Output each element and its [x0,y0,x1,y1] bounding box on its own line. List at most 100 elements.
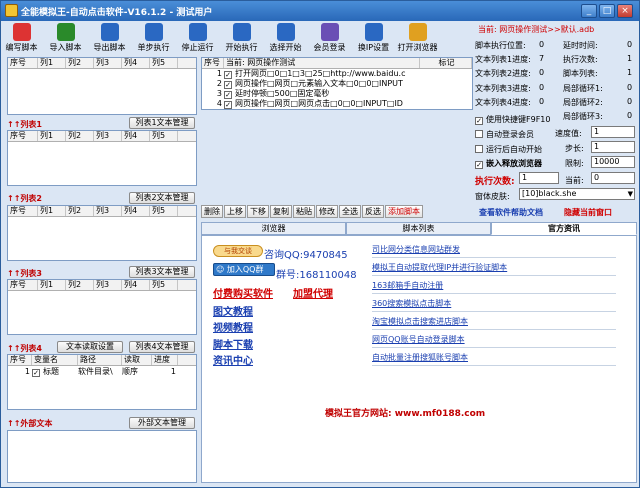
help-doc-link[interactable]: 查看软件帮助文档 [479,207,543,218]
speed-input[interactable]: 1 [591,126,635,138]
toolbar-button-9[interactable]: 换IP设置 [355,22,392,56]
script-rows: 1 ✓ 打开网页□0□1□3□25□http://www.baidu.c 2 ✓ 网页操作… [202,69,472,109]
list4-manage-button[interactable]: 列表4文本管理 [129,341,195,353]
news-link[interactable]: 163邮箱手自动注册 [372,279,616,294]
row-checkbox[interactable]: ✓ [224,101,232,109]
stat-value: 0 [539,68,545,78]
toolbar-button-label: 导出脚本 [93,43,126,52]
toolbar-button-1[interactable]: 编写脚本 [3,22,40,56]
script-download-link[interactable]: 脚本下载 [213,336,253,351]
stat-label: 脚本列表: [563,69,598,79]
op-button[interactable]: 全选 [339,205,361,218]
op-button[interactable]: 添加脚本 [385,205,423,218]
stat-label: 文本列表2进度: [475,69,531,79]
agent-link[interactable]: 加盟代理 [293,285,333,300]
tutorial-link[interactable]: 图文教程 [213,303,253,318]
list-main-grid[interactable]: 序号 列1 列2 列3 列4 列5 [7,57,197,115]
list3-grid[interactable]: 序号 列1 列2 列3 列4 列5 [7,279,197,335]
auto-login-option[interactable]: 自动登录会员 [475,129,534,140]
list4-read-settings-button[interactable]: 文本读取设置 [57,341,123,353]
list2-manage-button[interactable]: 列表2文本管理 [129,192,195,204]
col-header: 列5 [150,58,178,68]
current-count-input[interactable]: 0 [591,172,635,184]
list2-grid[interactable]: 序号 列1 列2 列3 列4 列5 [7,205,197,261]
qq-group-icon: ☺ [216,265,227,274]
toolbar-button-label: 会员登录 [313,43,346,52]
news-link[interactable]: 自动批量注册搜狐账号脚本 [372,351,616,366]
limit-label: 限制: [565,159,584,168]
news-link[interactable]: 模拟王自动提取代理IP并进行验证脚本 [372,261,616,276]
toolbar-button-6[interactable]: 开始执行 [223,22,260,56]
toolbar-button-7[interactable]: 选择开始 [267,22,304,56]
table-row[interactable]: 3 ✓ 延时停顿□500□固定毫秒 [202,89,472,99]
op-button[interactable]: 反选 [362,205,384,218]
op-button[interactable]: 复制 [270,205,292,218]
tab-official-news[interactable]: 官方资讯 [491,222,637,235]
embed-browser-option[interactable]: ✓ 嵌入释放浏览器 [475,158,542,169]
news-center-link[interactable]: 资讯中心 [213,352,253,367]
stat-value: 0 [539,96,545,106]
stat-value: 0 [627,96,633,106]
op-button[interactable]: 粘贴 [293,205,315,218]
row-checkbox[interactable]: ✓ [224,91,232,99]
stat-value: 1 [627,54,633,64]
row-checkbox[interactable]: ✓ [224,71,232,79]
list1-manage-button[interactable]: 列表1文本管理 [129,117,195,129]
hide-window-link[interactable]: 隐藏当前窗口 [564,207,612,218]
news-link[interactable]: 360搜索模拟点击脚本 [372,297,616,312]
tab-script-list[interactable]: 脚本列表 [346,222,491,235]
chevron-down-icon: ▼ [627,190,633,198]
limit-input[interactable]: 10000 [591,156,635,168]
video-tutorial-link[interactable]: 视频教程 [213,319,253,334]
toolbar-button-8[interactable]: 会员登录 [311,22,348,56]
stat-value: 1 [627,68,633,78]
op-button[interactable]: 上移 [224,205,246,218]
skin-label: 窗体皮肤: [475,192,510,201]
toolbar-button-3[interactable]: 导出脚本 [91,22,128,56]
news-link[interactable]: 司比网分类信息网站群发 [372,243,616,258]
step-input[interactable]: 1 [591,141,635,153]
op-button[interactable]: 修改 [316,205,338,218]
title-bar: 全能模拟王-自动点击软件-V16.1.2 - 测试用户 _ □ × [1,1,639,21]
skin-select[interactable]: [10]black.she ▼ [519,188,635,200]
toolbar-button-5[interactable]: 停止运行 [179,22,216,56]
qq-chat-badge[interactable]: 与我交谈 [213,245,263,257]
table-row[interactable]: 4 ✓ 网页操作□网页□网页点击□0□0□INPUT□ID [202,99,472,109]
close-button[interactable]: × [617,4,633,18]
list1-grid[interactable]: 序号 列1 列2 列3 列4 列5 [7,130,197,186]
external-text-area[interactable] [7,430,197,483]
table-row[interactable]: 1 ✓ 打开网页□0□1□3□25□http://www.baidu.c [202,69,472,79]
list4-grid[interactable]: 序号 变量名 路径 读取 进度 1 ✓ 标题 软件目录\ 顺序 1 [7,354,197,410]
news-link[interactable]: 网页QQ账号自动登录脚本 [372,333,616,348]
stop-icon [188,23,207,41]
join-qq-group-button[interactable]: ☺ 加入QQ群 [213,263,275,276]
table-row[interactable]: 2 ✓ 网页操作□网页□元素输入文本□0□0□INPUT [202,79,472,89]
op-button[interactable]: 下移 [247,205,269,218]
external-text-manage-button[interactable]: 外部文本管理 [129,417,195,429]
toolbar-button-2[interactable]: 导入脚本 [47,22,84,56]
auto-start-option[interactable]: 运行后自动开始 [475,144,542,155]
minimize-button[interactable]: _ [581,4,597,18]
tab-browser[interactable]: 浏览器 [201,222,346,235]
hotkey-option[interactable]: ✓ 使用快捷键F9F10 [475,114,550,125]
maximize-button[interactable]: □ [599,4,615,18]
news-link[interactable]: 淘宝模拟点击搜索进店脚本 [372,315,616,330]
op-button[interactable]: 删除 [201,205,223,218]
toolbar-button-label: 停止运行 [181,43,214,52]
buy-software-link[interactable]: 付费购买软件 [213,285,273,300]
col-header: 列2 [66,58,94,68]
stat-label: 文本列表1进度: [475,55,531,65]
table-row[interactable]: 1 ✓ 标题 软件目录\ 顺序 1 [8,366,196,377]
row-checkbox[interactable]: ✓ [32,369,40,377]
step-label: 步长: [565,144,584,153]
toolbar-button-10[interactable]: 打开浏览器 [398,22,438,56]
row-checkbox[interactable]: ✓ [224,81,232,89]
stat-value: 0 [627,111,633,120]
exec-count-input[interactable]: 1 [519,172,559,184]
qq-contact-text: 咨询QQ:9470845 [264,250,348,261]
official-site-text[interactable]: 模拟王官方网站: www.mf0188.com [325,406,485,419]
toolbar-button-4[interactable]: 单步执行 [135,22,172,56]
list3-manage-button[interactable]: 列表3文本管理 [129,266,195,278]
script-grid[interactable]: 序号 当前: 网页操作测试 标记 1 ✓ 打开网页□0□1□3□25□http://… [201,57,473,110]
import-arrow-icon [56,23,75,41]
